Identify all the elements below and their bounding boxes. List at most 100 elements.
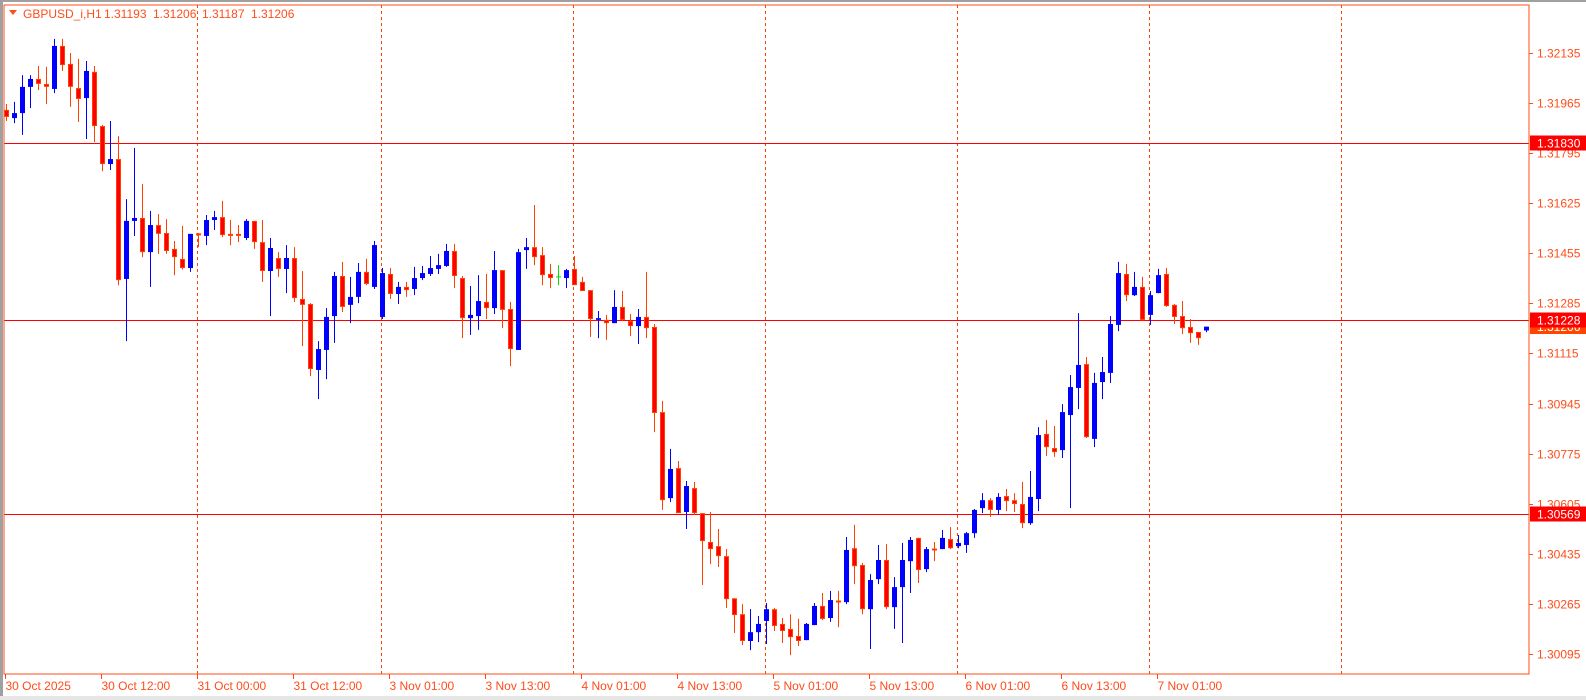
candle-body [228, 233, 233, 236]
candle-body [1132, 286, 1137, 296]
candle-body [220, 217, 225, 236]
candle-body [604, 319, 609, 324]
candle-body [900, 559, 905, 588]
candle-body [92, 71, 97, 127]
candle-body [836, 600, 841, 603]
candle-bearish [308, 303, 313, 377]
level-price-label: 1.30569 [1537, 508, 1581, 522]
time-tick-label: 30 Oct 2025 [6, 679, 72, 693]
candle-body [740, 614, 745, 641]
candle-body [484, 301, 489, 309]
candle-body [828, 600, 833, 619]
candle-body [1044, 433, 1049, 448]
candle-body [156, 225, 161, 234]
candle-body [996, 496, 1001, 510]
candle-body [1052, 448, 1057, 453]
candle-body [1140, 286, 1145, 320]
candle-bullish [52, 38, 57, 94]
candle-body [332, 276, 337, 317]
candle-body [1100, 372, 1105, 383]
candle-body [188, 233, 193, 269]
candle-body [420, 273, 425, 279]
price-tick-label: 1.31115 [1537, 347, 1579, 361]
candle-body [324, 316, 329, 350]
candle-body [268, 248, 273, 271]
candle-bullish [812, 602, 817, 626]
time-tick-label: 4 Nov 13:00 [678, 679, 743, 693]
time-tick-label: 5 Nov 13:00 [870, 679, 935, 693]
candle-body [292, 258, 297, 299]
price-tick-label: 1.32135 [1537, 47, 1581, 61]
candle-body [596, 318, 601, 320]
candle-body [204, 220, 209, 236]
candle-body [1116, 273, 1121, 325]
candle-body [260, 242, 265, 271]
candle-body [172, 248, 177, 258]
candle-body [1196, 331, 1201, 339]
candle-body [652, 326, 657, 413]
candle-body [772, 609, 777, 626]
candle-body [36, 78, 41, 84]
open-value: 1.31193 [104, 7, 147, 21]
candle-bullish [516, 248, 521, 350]
candle-body [948, 539, 953, 549]
price-chart[interactable]: 1.321351.319651.317951.316251.314551.312… [0, 0, 1586, 700]
candle-body [876, 559, 881, 580]
candle-body [516, 252, 521, 350]
candle-body [468, 314, 473, 319]
candle-body [812, 605, 817, 626]
chart-background [0, 0, 1586, 700]
candle-body [372, 245, 377, 287]
time-tick-label: 31 Oct 12:00 [294, 679, 363, 693]
candle-body [804, 623, 809, 641]
candle-body [20, 86, 25, 114]
candle-bearish [1084, 357, 1089, 439]
close-value: 1.31206 [251, 7, 295, 21]
candle-body [564, 270, 569, 279]
price-tick-label: 1.31285 [1537, 297, 1581, 311]
candle-body [452, 250, 457, 277]
window-bottom-edge [0, 696, 1586, 700]
high-value: 1.31206 [153, 7, 197, 21]
time-tick-label: 31 Oct 00:00 [198, 679, 267, 693]
candle-body [316, 349, 321, 370]
candle-body [548, 273, 553, 279]
candle-body [644, 316, 649, 329]
candle-body [1148, 295, 1153, 315]
candle-body [108, 159, 113, 165]
candle-body [1164, 273, 1169, 307]
candle-body [428, 268, 433, 274]
candle-body [4, 109, 9, 117]
price-tick-label: 1.30775 [1537, 448, 1581, 462]
candle-body [908, 539, 913, 562]
candle-body [708, 542, 713, 550]
candle-body [1060, 412, 1065, 451]
candle-body [116, 159, 121, 281]
candle-body [276, 258, 281, 269]
candle-body [660, 412, 665, 501]
candle-body [180, 258, 185, 269]
window-left-edge [0, 0, 3, 700]
candle-body [476, 301, 481, 317]
candle-bullish [1060, 404, 1065, 459]
candle-body [508, 308, 513, 350]
candle-body [700, 513, 705, 542]
candle-body [620, 306, 625, 320]
candle-body [364, 271, 369, 284]
time-tick-label: 30 Oct 12:00 [102, 679, 171, 693]
candle-body [164, 232, 169, 251]
candle-body [28, 78, 33, 87]
time-tick-label: 6 Nov 13:00 [1062, 679, 1127, 693]
candle-body [540, 255, 545, 276]
candle-body [348, 296, 353, 305]
candle-body [1004, 496, 1009, 502]
candle-body [236, 233, 241, 236]
candle-body [884, 559, 889, 608]
candle-body [668, 468, 673, 499]
candle-body [100, 126, 105, 165]
candle-body [1108, 324, 1113, 373]
candle-bullish [804, 623, 809, 641]
candle-body [764, 609, 769, 621]
symbol-label: GBPUSD_i,H1 [23, 7, 102, 21]
candle-body [252, 220, 257, 243]
